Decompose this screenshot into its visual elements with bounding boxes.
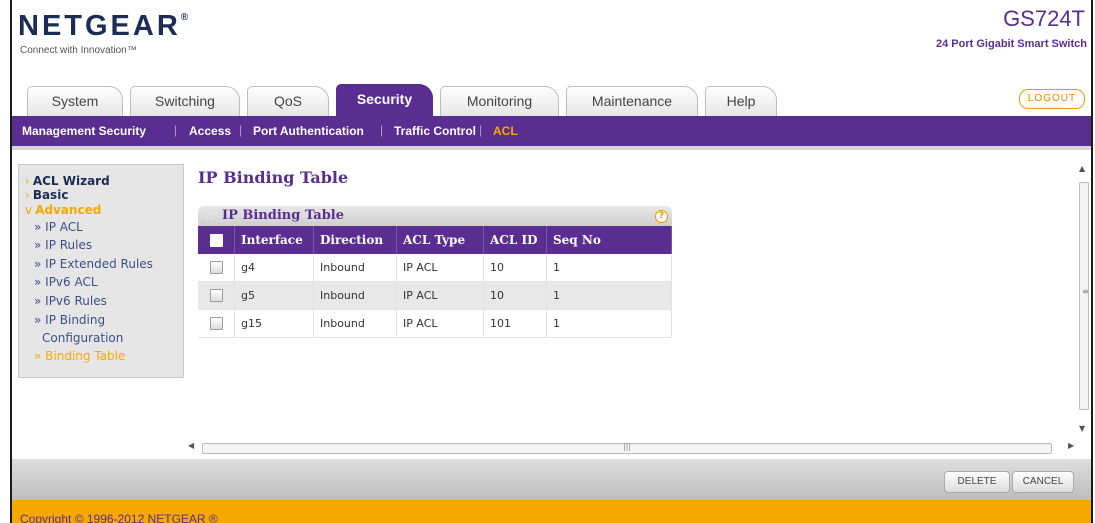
- row-checkbox[interactable]: [209, 289, 223, 303]
- scroll-down-icon[interactable]: ▼: [1079, 424, 1085, 433]
- binding-table: Interface Direction ACL Type ACL ID Seq …: [198, 226, 672, 338]
- subnav-access[interactable]: Access: [189, 124, 231, 138]
- help-icon[interactable]: ?: [655, 210, 668, 223]
- cell-interface: g5: [234, 281, 314, 310]
- row-checkbox[interactable]: [209, 261, 223, 275]
- tab-system[interactable]: System: [27, 86, 123, 116]
- copyright-text: Copyright © 1996-2012 NETGEAR ®: [20, 512, 218, 523]
- column-header-acl-type: ACL Type: [396, 226, 484, 254]
- scroll-up-icon[interactable]: ▲: [1079, 164, 1085, 173]
- grip-icon: |||: [623, 442, 632, 451]
- vertical-scrollbar[interactable]: ▲ ≡ ▼: [1077, 154, 1091, 454]
- sidebar-item-ip-rules[interactable]: » IP Rules: [34, 238, 92, 252]
- subnav-separator: |: [239, 123, 243, 137]
- cell-direction: Inbound: [313, 254, 397, 282]
- sidebar-item-ipv6-acl[interactable]: » IPv6 ACL: [34, 275, 98, 289]
- cancel-button[interactable]: CANCEL: [1012, 471, 1074, 493]
- sidebar-item-ip-binding-configuration-cont[interactable]: Configuration: [42, 331, 123, 345]
- tab-help[interactable]: Help: [705, 86, 777, 116]
- cell-interface: g15: [234, 309, 314, 338]
- cell-interface: g4: [234, 254, 314, 282]
- chevron-right-icon: ›: [25, 188, 30, 202]
- app-frame: NETGEAR® Connect with Innovation™ GS724T…: [10, 0, 1093, 523]
- subnav-separator: |: [380, 123, 384, 137]
- subnav-traffic-control[interactable]: Traffic Control: [394, 124, 476, 138]
- cell-seq-no: 1: [546, 254, 672, 282]
- content-area: › ACL Wizard › Basic v Advanced » IP ACL » …: [12, 146, 1091, 459]
- row-select-cell: [198, 309, 235, 338]
- tagline: Connect with Innovation™: [20, 45, 137, 56]
- cell-acl-id: 101: [483, 309, 547, 338]
- sidebar-item-label: Basic: [32, 188, 69, 202]
- tab-security[interactable]: Security: [336, 84, 433, 116]
- sidebar-item-binding-table[interactable]: » Binding Table: [34, 349, 125, 363]
- tab-maintenance[interactable]: Maintenance: [566, 86, 698, 116]
- scroll-left-icon[interactable]: ◀: [188, 441, 194, 450]
- tab-monitoring[interactable]: Monitoring: [440, 86, 559, 116]
- drag-grip-icon: ::: [206, 209, 214, 222]
- cell-acl-type: IP ACL: [396, 281, 484, 310]
- table-header-row: Interface Direction ACL Type ACL ID Seq …: [198, 226, 672, 254]
- tab-qos[interactable]: QoS: [247, 86, 329, 116]
- table-row: g5 Inbound IP ACL 10 1: [198, 281, 672, 310]
- delete-button[interactable]: DELETE: [944, 471, 1010, 493]
- sidebar-item-ip-acl[interactable]: » IP ACL: [34, 220, 83, 234]
- cell-direction: Inbound: [313, 309, 397, 338]
- grip-icon: ≡: [1082, 287, 1089, 296]
- cell-seq-no: 1: [546, 309, 672, 338]
- cell-seq-no: 1: [546, 281, 672, 310]
- subnav-acl[interactable]: ACL: [493, 124, 518, 138]
- sidebar: › ACL Wizard › Basic v Advanced » IP ACL » …: [18, 164, 184, 378]
- action-bar: DELETE CANCEL: [12, 459, 1091, 500]
- select-all-checkbox[interactable]: [209, 234, 223, 247]
- tab-switching[interactable]: Switching: [130, 86, 240, 116]
- footer: Copyright © 1996-2012 NETGEAR ®: [12, 500, 1091, 523]
- horizontal-scrollbar[interactable]: ◀ ||| ▶: [184, 441, 1079, 455]
- column-header-direction: Direction: [313, 226, 397, 254]
- sidebar-item-basic[interactable]: › Basic: [25, 188, 68, 202]
- logout-button[interactable]: LOGOUT: [1019, 89, 1085, 109]
- chevron-down-icon: v: [25, 203, 33, 217]
- subnav-separator: |: [479, 123, 483, 137]
- row-checkbox[interactable]: [209, 317, 223, 331]
- sidebar-item-label: Advanced: [35, 203, 102, 217]
- sidebar-item-ip-binding-configuration[interactable]: » IP Binding: [34, 313, 105, 327]
- cell-direction: Inbound: [313, 281, 397, 310]
- subnav-port-authentication[interactable]: Port Authentication: [253, 124, 364, 138]
- netgear-logo: NETGEAR®: [18, 10, 189, 42]
- model-subtitle: 24 Port Gigabit Smart Switch: [936, 38, 1087, 50]
- horizontal-scroll-thumb[interactable]: |||: [202, 442, 1052, 454]
- sidebar-item-ipv6-rules[interactable]: » IPv6 Rules: [34, 294, 107, 308]
- sidebar-item-advanced[interactable]: v Advanced: [25, 203, 101, 217]
- scroll-right-icon[interactable]: ▶: [1068, 441, 1074, 450]
- column-header-acl-id: ACL ID: [483, 226, 547, 254]
- cell-acl-type: IP ACL: [396, 309, 484, 338]
- model-name: GS724T: [1003, 6, 1085, 31]
- header: NETGEAR® Connect with Innovation™ GS724T…: [12, 0, 1091, 116]
- column-header-interface: Interface: [234, 226, 314, 254]
- vertical-scroll-thumb[interactable]: ≡: [1079, 182, 1089, 410]
- cell-acl-id: 10: [483, 254, 547, 282]
- sidebar-item-ip-extended-rules[interactable]: » IP Extended Rules: [34, 257, 153, 271]
- chevron-right-icon: ›: [25, 174, 30, 188]
- binding-table-panel: :: IP Binding Table ? Interface Directio…: [198, 206, 672, 338]
- panel-header: :: IP Binding Table ?: [198, 206, 672, 226]
- sidebar-item-label: ACL Wizard: [32, 174, 110, 188]
- select-all-cell: [198, 226, 235, 254]
- column-header-seq-no: Seq No: [546, 226, 672, 254]
- page-title: IP Binding Table: [198, 168, 349, 187]
- table-row: g4 Inbound IP ACL 10 1: [198, 254, 672, 282]
- row-select-cell: [198, 281, 235, 310]
- subnav-separator: |: [174, 123, 178, 137]
- cell-acl-type: IP ACL: [396, 254, 484, 282]
- sub-navigation: Management Security | Access | Port Auth…: [12, 116, 1091, 146]
- sidebar-item-acl-wizard[interactable]: › ACL Wizard: [25, 174, 110, 188]
- panel-title: IP Binding Table: [222, 208, 345, 223]
- table-row: g15 Inbound IP ACL 101 1: [198, 309, 672, 338]
- row-select-cell: [198, 254, 235, 282]
- cell-acl-id: 10: [483, 281, 547, 310]
- subnav-management-security[interactable]: Management Security: [22, 124, 146, 138]
